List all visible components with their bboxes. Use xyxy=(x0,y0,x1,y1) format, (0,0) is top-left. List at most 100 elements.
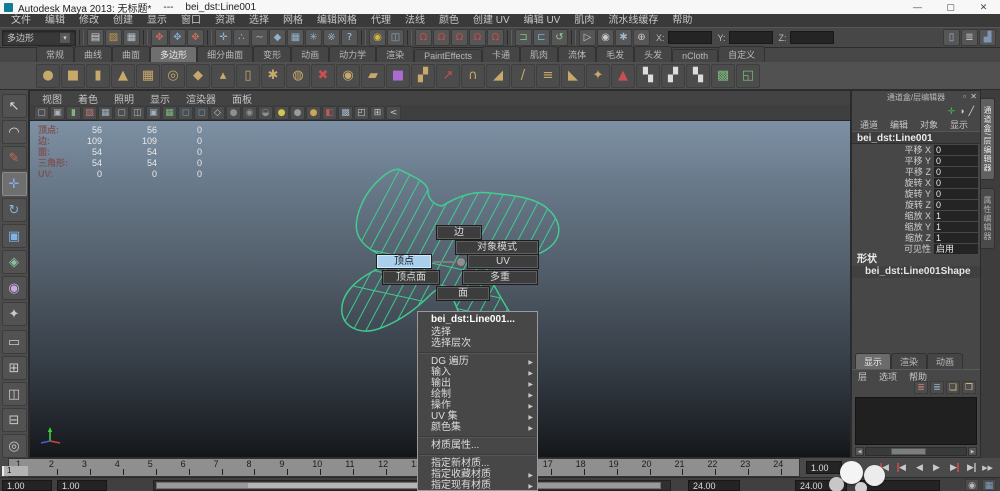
frame-cell[interactable]: 11 xyxy=(338,459,371,476)
snap-to-view-planes-icon[interactable]: Ω xyxy=(487,29,504,46)
uv-snapshot-icon[interactable]: ▩ xyxy=(711,63,735,88)
poly-prism-icon[interactable]: ◆ xyxy=(186,63,210,88)
lock-selection-icon[interactable]: ◉ xyxy=(369,29,386,46)
ipr-render-icon[interactable]: ◉ xyxy=(597,29,614,46)
coordinate-input-icon[interactable]: ⊕ xyxy=(633,29,650,46)
menu-item[interactable]: 创建 UV xyxy=(466,14,517,27)
menu-item[interactable]: 网格 xyxy=(276,14,310,27)
outliner-persp-layout-button[interactable]: ◫ xyxy=(1,382,27,406)
sculpt-tool-icon[interactable]: ✖ xyxy=(311,63,335,88)
menu-item[interactable]: 窗口 xyxy=(174,14,208,27)
shelf-tab[interactable]: 流体 xyxy=(558,46,597,62)
new-empty-layer-icon[interactable]: ❏ xyxy=(946,381,960,394)
shelf-tab[interactable]: 常规 xyxy=(36,46,75,62)
gate-mask-icon[interactable]: ▣ xyxy=(146,105,161,120)
append-polygon-icon[interactable]: ◢ xyxy=(486,63,510,88)
shelf-tab[interactable]: 肌肉 xyxy=(520,46,559,62)
crease-icon[interactable]: ✦ xyxy=(586,63,610,88)
close-button[interactable]: ✕ xyxy=(967,0,1000,14)
poly-plane-icon[interactable]: ▦ xyxy=(136,63,160,88)
context-menu-item[interactable]: 选择层次 xyxy=(418,338,537,349)
menu-item[interactable]: 编辑 xyxy=(38,14,72,27)
poly-pipe-icon[interactable]: ▯ xyxy=(236,63,260,88)
film-gate-icon[interactable]: ▢ xyxy=(114,105,129,120)
viewport-menu-item[interactable]: 面板 xyxy=(224,91,260,106)
channel-value-field[interactable]: 0 xyxy=(934,177,978,188)
chevron-down-icon[interactable]: ▾ xyxy=(59,31,71,44)
context-menu-item[interactable]: 绘制 ▶ xyxy=(418,389,537,400)
context-menu-item-material-attributes[interactable]: 材质属性... xyxy=(418,440,537,451)
shelf-tab[interactable]: 渲染 xyxy=(376,46,415,62)
shelf-tab[interactable]: 曲面 xyxy=(112,46,151,62)
range-slider-track[interactable] xyxy=(153,480,671,491)
shelf-tab[interactable]: 卡通 xyxy=(482,46,521,62)
play-forward-button[interactable]: ▶ xyxy=(928,460,945,475)
context-menu-item[interactable]: 输入 ▶ xyxy=(418,367,537,378)
context-menu-item[interactable]: 选择 xyxy=(418,327,537,338)
default-light-icon[interactable]: ● xyxy=(274,105,289,120)
mask-surfaces-icon[interactable]: ◆ xyxy=(269,29,286,46)
viewport-menu-item[interactable]: 显示 xyxy=(142,91,178,106)
channel-box-menu-item[interactable]: 通道 xyxy=(854,118,884,131)
safe-action-icon[interactable]: ◻ xyxy=(178,105,193,120)
show-attribute-editor-icon[interactable]: ▯ xyxy=(943,29,960,46)
soft-modification-tool-icon[interactable]: ◉ xyxy=(1,276,27,300)
image-plane-icon[interactable]: ▨ xyxy=(82,105,97,120)
context-menu-item[interactable]: 指定现有材质 ▶ xyxy=(418,480,537,490)
uv-checker-icon-3[interactable]: ▚ xyxy=(686,63,710,88)
open-scene-icon[interactable]: ▨ xyxy=(105,29,122,46)
uv-checker-icon-1[interactable]: ▚ xyxy=(636,63,660,88)
go-to-end-button[interactable]: ▶▶ xyxy=(979,460,996,475)
insert-edge-loop-icon[interactable]: ≡ xyxy=(536,63,560,88)
group-handle[interactable] xyxy=(507,30,512,45)
frame-cell[interactable]: 21 xyxy=(667,459,700,476)
menu-item[interactable]: 文件 xyxy=(4,14,38,27)
menu-item[interactable]: 编辑网格 xyxy=(310,14,364,27)
split-pane-layout-button[interactable]: ⊟ xyxy=(1,408,27,432)
slider-mode-icon[interactable]: ╱ xyxy=(969,106,974,117)
context-menu-item-assign-new-material[interactable]: 指定新材质... xyxy=(418,458,537,469)
uv-checker-icon-2[interactable]: ▞ xyxy=(661,63,685,88)
key-light-icon[interactable]: ● xyxy=(306,105,321,120)
poly-cube-icon[interactable]: ■ xyxy=(61,63,85,88)
highlight-selection-icon[interactable]: ◫ xyxy=(387,29,404,46)
input-connections-icon[interactable]: ⊐ xyxy=(515,29,532,46)
new-layer-from-selection-icon[interactable]: ❐ xyxy=(962,381,976,394)
layer-list[interactable] xyxy=(855,397,977,445)
split-polygon-icon[interactable]: / xyxy=(511,63,535,88)
layer-editor-tab[interactable]: 动画 xyxy=(927,353,964,369)
smooth-mesh-icon[interactable]: ◉ xyxy=(336,63,360,88)
menu-item[interactable]: 代理 xyxy=(364,14,398,27)
minimize-button[interactable]: — xyxy=(901,0,934,14)
shape-node-name[interactable]: bei_dst:Line001Shape xyxy=(852,266,980,278)
mirror-geometry-icon[interactable]: ▞ xyxy=(411,63,435,88)
share-view-icon[interactable]: < xyxy=(386,105,401,120)
channel-value-field[interactable]: 0 xyxy=(934,199,978,210)
mask-handles-icon[interactable]: ✛ xyxy=(215,29,232,46)
context-menu-item[interactable]: 操作 ▶ xyxy=(418,400,537,411)
menu-item[interactable]: 资源 xyxy=(208,14,242,27)
shelf-tab[interactable]: 曲线 xyxy=(74,46,113,62)
z-coordinate-field[interactable] xyxy=(789,31,834,44)
range-slider-bar[interactable] xyxy=(156,482,661,489)
animation-start-field[interactable]: 1.00 xyxy=(57,480,107,491)
menu-item[interactable]: 肌肉 xyxy=(567,14,601,27)
frame-cell[interactable]: 23 xyxy=(733,459,766,476)
mask-points-icon[interactable]: ∴ xyxy=(233,29,250,46)
uv-editor-icon[interactable]: ◱ xyxy=(736,63,760,88)
snap-to-projected-center-icon[interactable]: Ω xyxy=(469,29,486,46)
marking-menu-uv[interactable]: UV xyxy=(468,255,538,268)
current-frame-marker[interactable]: 1 xyxy=(2,466,28,476)
menu-item[interactable]: 显示 xyxy=(140,14,174,27)
frame-cell[interactable]: 22 xyxy=(700,459,733,476)
play-backward-button[interactable]: ◀ xyxy=(911,460,928,475)
render-settings-icon[interactable]: ✱ xyxy=(615,29,632,46)
shelf-tab[interactable]: 多边形 xyxy=(150,46,198,62)
single-pane-layout-button[interactable]: ▭ xyxy=(1,330,27,354)
channel-value-field[interactable]: 0 xyxy=(934,188,978,199)
viewport-menu-item[interactable]: 渲染器 xyxy=(178,91,224,106)
select-tool-icon[interactable]: ↖ xyxy=(1,94,27,118)
x-coordinate-field[interactable] xyxy=(667,31,712,44)
viewport-menu-item[interactable]: 视图 xyxy=(34,91,70,106)
scrollbar-track[interactable] xyxy=(865,447,967,456)
